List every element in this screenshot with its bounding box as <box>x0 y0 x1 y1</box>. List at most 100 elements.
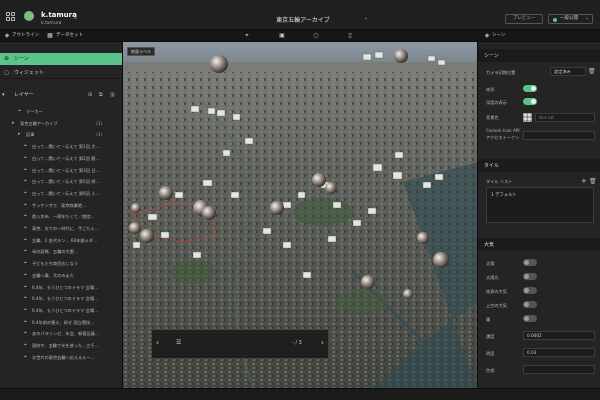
pin-icon: ⌖ <box>24 189 27 196</box>
layers-icon: ◈ <box>4 32 10 39</box>
camera-label: カメラ初期位置 <box>486 70 516 75</box>
delete-icon[interactable]: ▥ <box>110 90 115 101</box>
layer-item[interactable]: ⌖ 次世代の東京五輪へ応えるルー… <box>0 352 122 363</box>
layer-label: 東京五輪アーカイブ <box>20 120 58 126</box>
layer-item[interactable]: ⌖ 子どもたち商売応じなう <box>0 258 122 269</box>
layer-folder[interactable]: ▸ 東京五輪アーカイブ (3) <box>0 118 122 129</box>
app-header: k.tamura k.tamura ⌄ 東京五輪アーカイブ ⌄ プレビュー 一般… <box>0 0 600 30</box>
depth-toggle[interactable] <box>523 98 537 105</box>
sidebar-item-widget[interactable]: ▢ ウィジェット <box>0 68 122 79</box>
density-input[interactable]: 0.0002 <box>523 331 595 340</box>
fog-toggle[interactable] <box>523 315 537 322</box>
depth-label: 深度の表示 <box>486 100 507 105</box>
add-folder-icon[interactable]: ⊞ <box>88 90 92 101</box>
project-title[interactable]: 東京五輪アーカイブ <box>238 15 368 24</box>
add-icon[interactable]: + <box>581 177 587 185</box>
pin-icon: ⌖ <box>24 178 27 185</box>
layer-count: (3) <box>96 132 102 138</box>
sky-atm-label: 上空の大気 <box>486 303 507 308</box>
layer-item[interactable]: ⌖ 白って…聞いて・伝えて 第1回 大… <box>0 141 122 152</box>
terrain-label: 地形 <box>486 87 495 92</box>
chevron-left-icon[interactable]: ‹ <box>156 338 159 347</box>
sun-label: 太陽 <box>486 261 495 266</box>
trash-icon[interactable]: 🗑 <box>589 178 597 185</box>
tab-outline[interactable]: アウトライン <box>12 32 39 40</box>
layer-item[interactable]: ⌖ 国府や、五輪で光を放った…三千… <box>0 340 122 351</box>
pin-icon[interactable]: ⌖ <box>244 32 250 39</box>
layer-label: 次世代の東京五輪へ応えるルー… <box>32 354 95 360</box>
cesium-token-input[interactable] <box>523 131 595 140</box>
list-item[interactable]: 1 デフォルト <box>491 192 517 198</box>
file-icon[interactable]: ▯ <box>347 32 353 39</box>
map-viewport[interactable]: 地面ラベル ‹ ☰ - / 3 › <box>123 42 477 388</box>
layer-item[interactable]: ⌖ 白って…聞いて・伝えて 第3回 日… <box>0 165 122 176</box>
layer-item[interactable]: ⌖ 東京、おでの一時代に、手ごたえ… <box>0 223 122 234</box>
terrain-toggle[interactable] <box>523 85 537 92</box>
chevron-right-icon[interactable]: › <box>321 338 324 347</box>
story-page-indicator: - / 3 <box>292 340 302 346</box>
layer-item[interactable]: ⌖ 白って…聞いて・伝えて 第6回 人… <box>0 188 122 199</box>
layer-item[interactable]: ⌖ 6.4年、もうひとつのドラマ 会場… <box>0 282 122 293</box>
layers-header[interactable]: ▾ レイヤー ⊞ ⧉ ▥ <box>0 90 122 101</box>
color-swatch[interactable] <box>523 113 532 122</box>
layer-item[interactable]: ⌖ あのパラリンピ、年会、新宿区議… <box>0 328 122 339</box>
status-dot-icon <box>553 17 557 22</box>
layer-item[interactable]: ⌖ 母の面熊、五輪の大聖… <box>0 246 122 257</box>
chevron-down-icon[interactable]: ⌄ <box>73 14 78 21</box>
sky-atm-toggle[interactable] <box>523 301 537 308</box>
layer-item[interactable]: ⌖ 6.4年、もうひとつのドラマ 会場… <box>0 293 122 304</box>
layer-item[interactable]: ⌖ 白って…聞いて・伝えて 第5回 郊… <box>0 176 122 187</box>
tab-dataset[interactable]: データセット <box>56 32 83 40</box>
bg-color-input[interactable]: Not set <box>535 113 595 122</box>
layer-label: マーカー <box>26 109 43 114</box>
pin-icon: ⌖ <box>24 201 27 208</box>
layer-label: 五輪へ事、大のみまた <box>32 272 74 278</box>
pin-icon: ⌖ <box>24 236 27 243</box>
properties-panel: シーン カメラ初期位置 設定済み 🗑 地形 深度の表示 背景色 Not set … <box>477 42 600 400</box>
tile-list-label: タイル リスト <box>486 179 513 184</box>
cesium-label-2: アクセストークン <box>486 135 520 140</box>
ground-atm-label: 地表の大気 <box>486 289 507 294</box>
layer-item[interactable]: ⌖ ザッケンガで、東京商業地… <box>0 200 122 211</box>
layer-folder[interactable]: ▸ 記事 (3) <box>0 129 122 140</box>
pin-icon: ⌖ <box>24 283 27 290</box>
sidebar-item-scene[interactable]: ⊕ シーン <box>0 53 122 65</box>
map-label-badge[interactable]: 地面ラベル <box>127 47 155 56</box>
right-tab-label: シーン <box>492 33 506 38</box>
sun-toggle[interactable] <box>523 259 537 266</box>
chevron-down-icon[interactable]: ⌄ <box>364 15 368 21</box>
user-name: k.tamura <box>41 11 77 19</box>
pin-icon: ⌖ <box>24 260 27 267</box>
sphere-icon[interactable]: ○ <box>313 32 319 39</box>
layer-item[interactable]: ⌖ 五輪、2 金代ラン… 64年銀メダ… <box>0 235 122 246</box>
pin-icon: ⌖ <box>24 342 27 348</box>
hue-input[interactable] <box>523 365 595 374</box>
trash-icon[interactable]: 🗑 <box>588 68 596 75</box>
preview-button[interactable]: プレビュー <box>505 14 543 24</box>
camera-field[interactable]: 設定済み <box>550 67 586 76</box>
layer-count: (3) <box>96 120 102 126</box>
layer-label: 6.4年、もうひとつのドラマ 会場… <box>32 307 99 313</box>
tab-scene-settings[interactable]: ◈ シーン <box>480 31 600 41</box>
ground-atm-toggle[interactable] <box>523 287 537 294</box>
publish-button[interactable]: 一般公開 ⌄ <box>548 14 593 24</box>
layer-label: 6.4年、もうひとつのドラマ 会場… <box>32 284 99 290</box>
layer-label: 白って…聞いて・伝えて 第1回 大… <box>32 144 100 150</box>
sun-light-toggle[interactable] <box>523 273 537 280</box>
layer-item[interactable]: ⌖ 6.4年、もうひとつのドラマ 会場… <box>0 305 122 316</box>
list-icon[interactable]: ☰ <box>176 339 181 346</box>
brightness-input[interactable]: 0.03 <box>523 348 595 357</box>
layer-item[interactable]: ⌖ 6.4年前の聖火、探せ 国立競技… <box>0 317 122 328</box>
image-icon[interactable]: ▣ <box>279 32 285 39</box>
dashboard-grid-icon[interactable] <box>6 12 15 21</box>
avatar[interactable] <box>24 11 34 21</box>
layer-label: 6.4年前の聖火、探せ 国立競技… <box>32 319 95 325</box>
layer-item[interactable]: ⌖ マーカー <box>0 106 122 117</box>
layer-item[interactable]: ⌖ 白って…聞いて・伝えて 第2回 競… <box>0 153 122 164</box>
layer-label: 子どもたち商売応じなう <box>32 261 79 267</box>
add-layer-icon[interactable]: ⧉ <box>99 90 103 101</box>
layer-item[interactable]: ⌖ 五輪へ事、大のみまた <box>0 270 122 281</box>
fog-label: 霧 <box>486 317 491 322</box>
layer-label: 6.4年、もうひとつのドラマ 会場… <box>32 296 99 302</box>
layer-item[interactable]: ⌖ 陸八木市、一周年たくて／陸陸… <box>0 211 122 222</box>
